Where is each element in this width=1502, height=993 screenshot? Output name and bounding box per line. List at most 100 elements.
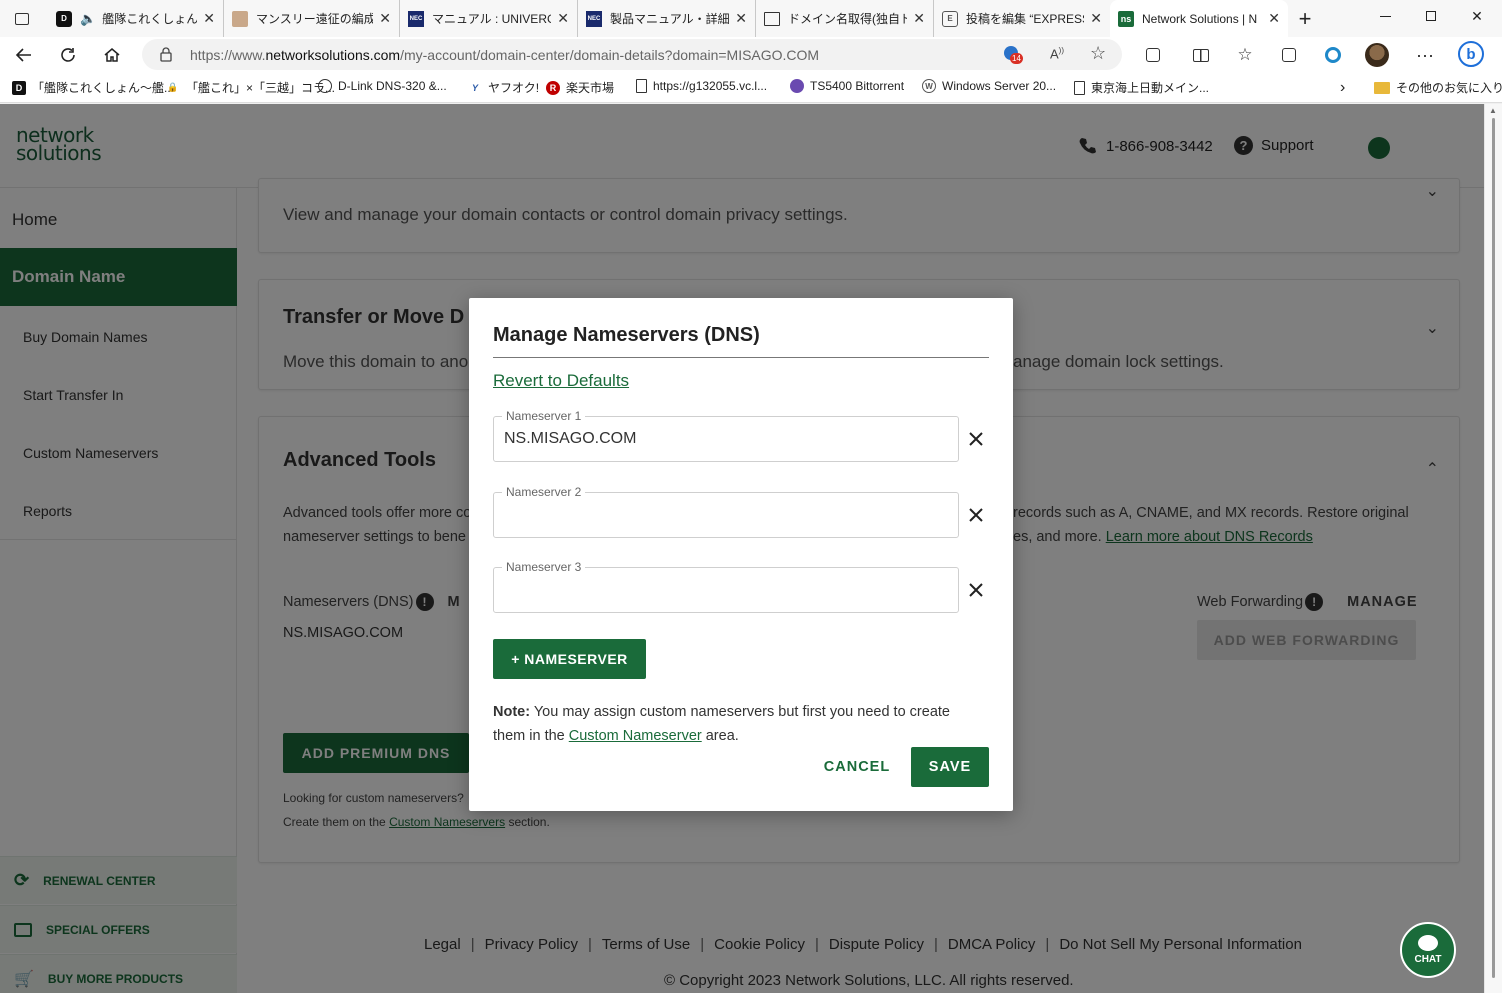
- nameserver-2-field: Nameserver 2: [493, 485, 959, 538]
- bookmark-label: 楽天市場: [566, 81, 615, 95]
- tab-close-icon[interactable]: ✕: [203, 10, 215, 27]
- tab-close-icon[interactable]: ✕: [735, 10, 747, 27]
- home-icon: [104, 48, 120, 62]
- clear-nameserver-3-button[interactable]: [965, 579, 987, 601]
- clear-nameserver-1-button[interactable]: [965, 428, 987, 450]
- save-button[interactable]: SAVE: [911, 747, 989, 787]
- tab-favicon-icon: E: [942, 10, 958, 27]
- minimize-icon: [1379, 15, 1391, 17]
- bookmark-item[interactable]: W Windows Server 20...: [922, 79, 1056, 93]
- note-end: area.: [701, 728, 739, 744]
- browser-tab-4[interactable]: NEC 製品マニュアル・詳細: ✕: [578, 0, 756, 37]
- back-button[interactable]: [10, 41, 38, 69]
- nameserver-2-input[interactable]: [504, 506, 944, 524]
- bookmark-label: 「艦隊これくしょん～艦...: [32, 81, 175, 95]
- profile-avatar: [1365, 43, 1389, 67]
- nameserver-1-label: Nameserver 1: [502, 409, 586, 423]
- profile-button[interactable]: [1364, 42, 1390, 68]
- tab-actions-button[interactable]: [4, 0, 40, 37]
- new-tab-button[interactable]: +: [1292, 0, 1318, 37]
- folder-icon: [1374, 81, 1390, 94]
- bookmark-label: 「艦これ」×「三越」コラ...: [186, 81, 336, 95]
- nameserver-3-input[interactable]: [504, 581, 944, 599]
- bookmark-item[interactable]: https://g132055.vc.l...: [636, 79, 767, 93]
- bookmarks-overflow-button[interactable]: ›: [1340, 79, 1345, 97]
- yahoo-auction-icon: Y: [471, 82, 478, 93]
- note-label: Note:: [493, 704, 531, 720]
- bookmark-item[interactable]: R 楽天市場: [546, 79, 614, 96]
- tab-actions-icon: [15, 12, 29, 25]
- browser-tab-2[interactable]: マンスリー遠征の編成 ✕: [224, 0, 400, 37]
- settings-more-button[interactable]: ···: [1412, 42, 1438, 68]
- bookmark-favicon-icon: D: [12, 80, 26, 95]
- clear-nameserver-2-button[interactable]: [965, 504, 987, 526]
- bookmark-item[interactable]: TS5400 Bittorrent: [790, 79, 904, 93]
- tab-close-icon[interactable]: ✕: [913, 10, 925, 27]
- page-scrollbar[interactable]: ▲: [1484, 104, 1502, 993]
- scrollbar-thumb[interactable]: [1492, 118, 1495, 978]
- bookmark-item[interactable]: D 「艦隊これくしょん～艦...: [12, 79, 174, 96]
- edge-icon: [1325, 47, 1341, 63]
- tab-close-icon[interactable]: ✕: [1090, 10, 1102, 27]
- extensions-button[interactable]: [1140, 42, 1166, 68]
- nameserver-1-field: Nameserver 1: [493, 409, 959, 462]
- lock-icon[interactable]: [160, 47, 172, 67]
- scroll-up-icon[interactable]: ▲: [1489, 106, 1497, 115]
- url-text: https://www.networksolutions.com/my-acco…: [190, 47, 820, 63]
- bookmark-item[interactable]: Y ヤフオク!: [468, 79, 539, 96]
- bookmark-label: その他のお気に入り: [1396, 81, 1502, 95]
- browser-tab-5[interactable]: ドメイン名取得(独自ド ✕: [756, 0, 934, 37]
- add-nameserver-button[interactable]: + NAMESERVER: [493, 639, 646, 679]
- refresh-button[interactable]: [54, 41, 82, 69]
- cancel-button[interactable]: CANCEL: [813, 747, 901, 787]
- favorite-star-icon[interactable]: ☆: [1090, 43, 1106, 64]
- split-screen-icon: [1193, 48, 1209, 62]
- tab-title: 投稿を編集 “EXPRESS: [966, 12, 1085, 26]
- maximize-icon: [1426, 11, 1436, 21]
- browser-tab-1[interactable]: D 🔈 艦隊これくしょん -艦 ✕: [48, 0, 224, 37]
- bing-button[interactable]: b: [1456, 39, 1486, 69]
- bookmark-label: Windows Server 20...: [942, 79, 1057, 93]
- extension-badge-icon[interactable]: 14: [1004, 45, 1024, 65]
- bookmark-item[interactable]: 🔒 「艦これ」×「三越」コラ...: [166, 79, 335, 96]
- wordpress-icon: W: [922, 79, 936, 93]
- other-favorites-folder[interactable]: その他のお気に入り: [1374, 79, 1502, 96]
- browser-tab-6[interactable]: E 投稿を編集 “EXPRESS ✕: [934, 0, 1110, 37]
- document-icon: [636, 79, 647, 93]
- tab-title: ドメイン名取得(独自ド: [788, 12, 908, 26]
- tab-favicon-icon: ns: [1118, 10, 1134, 27]
- edge-extension-button[interactable]: [1320, 42, 1346, 68]
- favorites-button[interactable]: ☆: [1232, 42, 1258, 68]
- bing-icon: b: [1458, 41, 1484, 67]
- browser-tab-active[interactable]: ns Network Solutions | N ✕: [1110, 0, 1288, 37]
- bookmark-item[interactable]: 東京海上日動メイン...: [1074, 79, 1209, 96]
- tab-favicon-icon: D: [56, 10, 72, 27]
- puzzle-icon: [1146, 48, 1160, 62]
- tab-close-icon[interactable]: ✕: [1268, 10, 1280, 27]
- collections-button[interactable]: [1276, 42, 1302, 68]
- minimize-button[interactable]: [1362, 0, 1408, 32]
- tab-title: マンスリー遠征の編成: [256, 12, 374, 26]
- address-bar[interactable]: https://www.networksolutions.com/my-acco…: [142, 39, 1122, 70]
- manage-nameservers-dialog: Manage Nameservers (DNS) Revert to Defau…: [469, 298, 1013, 811]
- bookmark-item[interactable]: D-Link DNS-320 &...: [318, 79, 447, 93]
- custom-nameserver-link[interactable]: Custom Nameserver: [569, 728, 702, 744]
- tab-close-icon[interactable]: ✕: [379, 10, 391, 27]
- split-screen-button[interactable]: [1188, 42, 1214, 68]
- collections-icon: [1282, 48, 1296, 62]
- nameserver-1-input[interactable]: [504, 430, 944, 448]
- bookmark-label: https://g132055.vc.l...: [653, 79, 768, 93]
- read-aloud-icon[interactable]: A)): [1050, 46, 1064, 61]
- browser-tab-3[interactable]: NEC マニュアル : UNIVERGE ✕: [400, 0, 578, 37]
- revert-to-defaults-link[interactable]: Revert to Defaults: [493, 371, 629, 391]
- tab-close-icon[interactable]: ✕: [557, 10, 569, 27]
- speaker-icon[interactable]: 🔈: [80, 11, 96, 27]
- chat-button[interactable]: CHAT: [1400, 922, 1456, 978]
- chat-label: CHAT: [1414, 954, 1442, 965]
- close-window-button[interactable]: ✕: [1454, 0, 1500, 32]
- close-icon: [969, 583, 983, 597]
- home-button[interactable]: [98, 41, 126, 69]
- plus-icon: +: [1298, 5, 1312, 31]
- maximize-button[interactable]: [1408, 0, 1454, 32]
- tab-title: 艦隊これくしょん -艦: [102, 12, 198, 26]
